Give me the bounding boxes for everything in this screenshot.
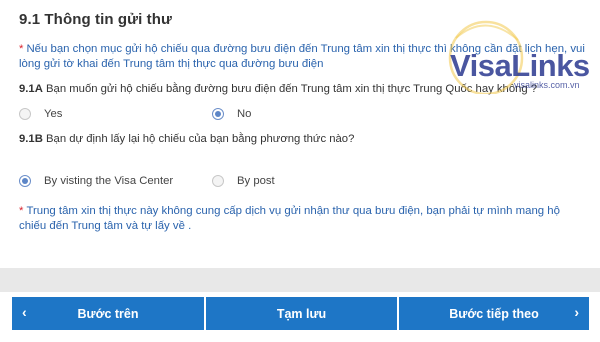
save-draft-button-label: Tạm lưu xyxy=(276,306,327,321)
visalinks-watermark-logo: VisaLinks visalinks.com.vn xyxy=(436,14,590,94)
radio-checked-icon[interactable] xyxy=(19,175,31,187)
next-button-label: Bước tiếp theo xyxy=(449,306,539,321)
back-button[interactable]: ‹ Bước trên xyxy=(12,297,204,330)
footer-divider-band xyxy=(0,268,600,292)
question-text: Bạn dự định lấy lại hộ chiếu của bạn bằn… xyxy=(46,133,355,145)
question-code: 9.1B xyxy=(19,133,43,145)
option-q1-yes[interactable]: Yes xyxy=(19,108,62,120)
section-title: 9.1 Thông tin gửi thư xyxy=(19,11,172,28)
wizard-navigation: ‹ Bước trên Tạm lưu Bước tiếp theo › xyxy=(0,292,600,342)
watermark-url: visalinks.com.vn xyxy=(514,80,580,90)
option-label: By visting the Visa Center xyxy=(44,175,174,187)
option-q1-no[interactable]: No xyxy=(212,108,251,120)
question-9-1b: 9.1B Bạn dự định lấy lại hộ chiếu của bạ… xyxy=(19,133,354,145)
option-q2-by-post[interactable]: By post xyxy=(212,175,275,187)
radio-unchecked-icon[interactable] xyxy=(19,108,31,120)
watermark-logo-text: VisaLinks xyxy=(450,48,590,83)
chevron-left-icon: ‹ xyxy=(22,304,27,320)
mail-info-form: 9.1 Thông tin gửi thư * Nếu bạn chọn mục … xyxy=(0,0,600,268)
service-note-text: Trung tâm xin thị thực này không cung cấ… xyxy=(19,205,560,232)
question-code: 9.1A xyxy=(19,83,43,95)
option-q2-visa-center[interactable]: By visting the Visa Center xyxy=(19,175,173,187)
back-button-label: Bước trên xyxy=(77,306,139,321)
save-draft-button[interactable]: Tạm lưu xyxy=(206,297,397,330)
required-marker: * xyxy=(19,43,24,55)
radio-checked-icon[interactable] xyxy=(212,108,224,120)
option-label: By post xyxy=(237,175,275,187)
chevron-right-icon: › xyxy=(574,304,579,320)
required-marker: * xyxy=(19,205,24,217)
radio-unchecked-icon[interactable] xyxy=(212,175,224,187)
next-button[interactable]: Bước tiếp theo › xyxy=(399,297,589,330)
option-label: No xyxy=(237,108,252,120)
option-label: Yes xyxy=(44,108,63,120)
service-note: * Trung tâm xin thị thực này không cung c… xyxy=(19,204,589,234)
